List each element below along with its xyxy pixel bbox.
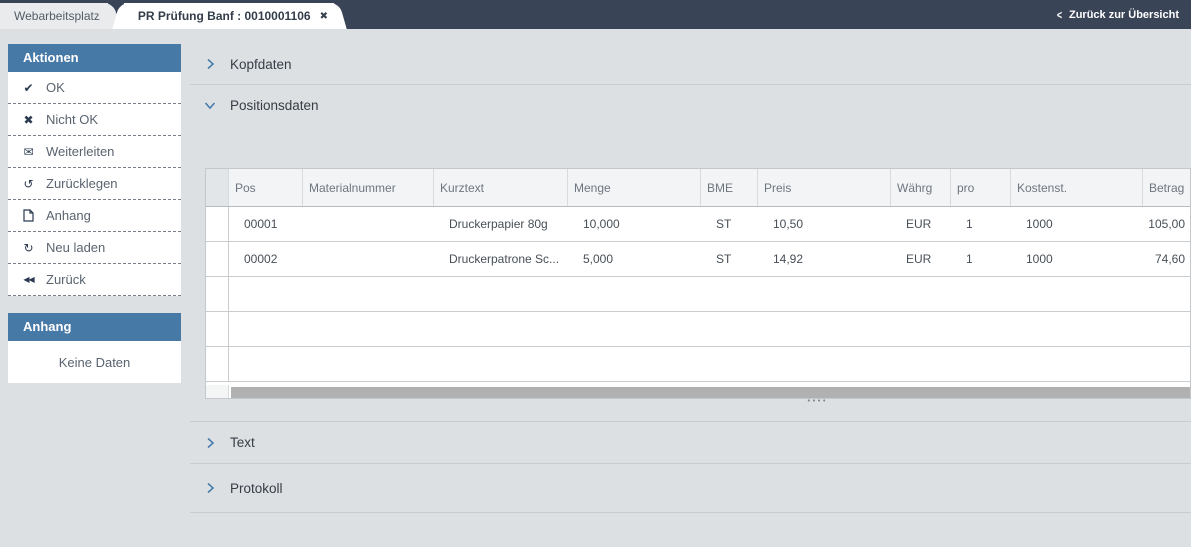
column-header-pos[interactable]: Pos — [229, 169, 303, 206]
tab-label: PR Prüfung Banf : 0010001106 — [137, 9, 311, 23]
action-zuruecklegen-button[interactable]: ↺ Zurücklegen — [8, 168, 181, 200]
column-header-kurztext[interactable]: Kurztext — [434, 169, 568, 206]
empty-table-row — [206, 312, 1190, 347]
envelope-icon: ✉ — [23, 144, 34, 159]
section-protokoll[interactable]: Protokoll — [190, 464, 1191, 513]
actions-panel: Aktionen ✔ OK ✖ Nicht OK ✉ Weiterleiten … — [8, 44, 181, 296]
top-tab-bar: Webarbeitsplatz PR Prüfung Banf : 001000… — [0, 0, 1191, 29]
chevron-right-icon — [207, 58, 215, 70]
column-header-bme[interactable]: BME — [701, 169, 758, 206]
chevron-right-icon — [207, 437, 215, 448]
cell-pos: 00001 — [244, 217, 278, 231]
cell-bme: ST — [716, 252, 732, 266]
action-anhang-button[interactable]: Anhang — [8, 200, 181, 232]
tab-webarbeitsplatz[interactable]: Webarbeitsplatz — [0, 3, 108, 29]
action-neu-laden-button[interactable]: ↻ Neu laden — [8, 232, 181, 264]
tab-pr-pruefung-banf[interactable]: PR Prüfung Banf : 0010001106 ✖ — [123, 3, 334, 29]
tab-label: Webarbeitsplatz — [14, 9, 100, 23]
attachment-empty-text: Keine Daten — [8, 341, 181, 383]
empty-table-row — [206, 347, 1190, 382]
cell-preis: 14,92 — [773, 252, 804, 266]
chevron-right-icon — [207, 482, 215, 494]
cell-waehrg: EUR — [906, 217, 932, 231]
row-select-cell[interactable] — [206, 347, 229, 381]
attachment-panel-title: Anhang — [8, 313, 181, 341]
action-nicht-ok-button[interactable]: ✖ Nicht OK — [8, 104, 181, 136]
rewind-icon: ◀◀ — [23, 274, 34, 284]
row-select-cell[interactable] — [206, 312, 229, 346]
section-positionsdaten[interactable]: Positionsdaten — [190, 85, 1191, 125]
cell-pro: 1 — [966, 217, 973, 231]
chevron-left-icon: < — [1056, 7, 1063, 22]
actions-panel-title: Aktionen — [8, 44, 181, 72]
attachment-panel: Anhang Keine Daten — [8, 313, 181, 383]
main-content: Kopfdaten Positionsdaten Pos Materialnum… — [190, 44, 1191, 513]
cell-waehrg: EUR — [906, 252, 932, 266]
positions-table: Pos Materialnummer Kurztext Menge BME Pr… — [205, 168, 1191, 399]
table-header-row: Pos Materialnummer Kurztext Menge BME Pr… — [206, 169, 1190, 207]
column-header-materialnummer[interactable]: Materialnummer — [303, 169, 434, 206]
tab-close-icon[interactable]: ✖ — [320, 11, 328, 22]
column-header-preis[interactable]: Preis — [758, 169, 891, 206]
section-text[interactable]: Text — [190, 421, 1191, 464]
table-row[interactable]: 00002 Druckerpatrone Sc... 5,000 ST 14,9… — [206, 242, 1190, 277]
section-kopfdaten[interactable]: Kopfdaten — [190, 44, 1191, 85]
row-select-cell[interactable] — [206, 277, 229, 311]
select-all-cell[interactable] — [206, 169, 229, 206]
cell-materialnummer — [303, 242, 434, 276]
scrollbar-corner — [206, 385, 229, 398]
back-link-label: Zurück zur Übersicht — [1068, 8, 1179, 21]
cell-menge: 10,000 — [583, 217, 620, 231]
cell-menge: 5,000 — [583, 252, 614, 266]
cell-kostenst: 1000 — [1026, 252, 1053, 266]
cell-pro: 1 — [966, 252, 973, 266]
undo-icon: ↺ — [23, 176, 34, 191]
action-zurueck-button[interactable]: ◀◀ Zurück — [8, 264, 181, 296]
document-icon — [21, 209, 36, 222]
column-header-betrag[interactable]: Betrag — [1143, 169, 1190, 206]
table-row[interactable]: 00001 Druckerpapier 80g 10,000 ST 10,50 … — [206, 207, 1190, 242]
column-header-kostenst[interactable]: Kostenst. — [1011, 169, 1143, 206]
horizontal-scrollbar — [206, 382, 1190, 398]
chevron-down-icon — [204, 102, 216, 110]
sidebar: Aktionen ✔ OK ✖ Nicht OK ✉ Weiterleiten … — [8, 44, 181, 383]
cell-betrag: 105,00 — [1148, 217, 1185, 231]
column-header-waehrg[interactable]: Währg — [891, 169, 951, 206]
row-select-cell[interactable] — [206, 207, 229, 241]
cell-betrag: 74,60 — [1154, 252, 1185, 266]
back-to-overview-link[interactable]: < Zurück zur Übersicht — [1056, 8, 1191, 22]
cell-kurztext: Druckerpapier 80g — [449, 217, 548, 231]
cell-bme: ST — [716, 217, 732, 231]
check-icon: ✔ — [23, 80, 34, 95]
resize-grip-dots[interactable]: •••• — [802, 398, 832, 407]
cell-kurztext: Druckerpatrone Sc... — [449, 252, 560, 266]
empty-table-row — [206, 277, 1190, 312]
column-header-pro[interactable]: pro — [951, 169, 1011, 206]
refresh-icon: ↻ — [23, 240, 34, 255]
horizontal-scrollbar-thumb[interactable] — [231, 387, 1190, 398]
cell-materialnummer — [303, 207, 434, 241]
column-header-menge[interactable]: Menge — [568, 169, 701, 206]
cell-kostenst: 1000 — [1026, 217, 1053, 231]
cell-pos: 00002 — [244, 252, 278, 266]
action-ok-button[interactable]: ✔ OK — [8, 72, 181, 104]
cell-preis: 10,50 — [773, 217, 804, 231]
action-weiterleiten-button[interactable]: ✉ Weiterleiten — [8, 136, 181, 168]
x-icon: ✖ — [23, 112, 34, 127]
row-select-cell[interactable] — [206, 242, 229, 276]
